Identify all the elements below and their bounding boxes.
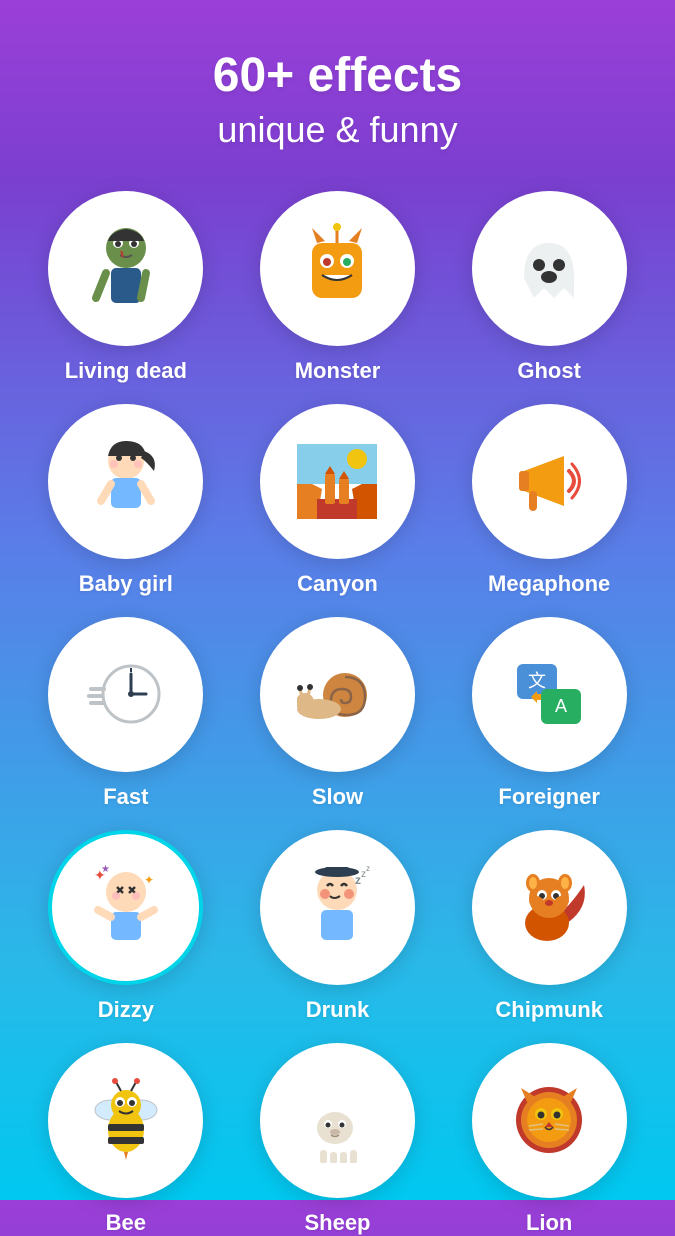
svg-text:A: A bbox=[555, 696, 567, 716]
page-container: 60+ effects unique & funny Living dead bbox=[0, 0, 675, 1200]
effect-label-chipmunk: Chipmunk bbox=[495, 997, 603, 1023]
effect-label-bee: Bee bbox=[106, 1210, 146, 1236]
effect-circle-monster bbox=[260, 191, 415, 346]
effect-item-canyon[interactable]: Canyon bbox=[242, 404, 434, 597]
effect-label-monster: Monster bbox=[295, 358, 381, 384]
effect-circle-ghost bbox=[472, 191, 627, 346]
effect-circle-drunk: z z z bbox=[260, 830, 415, 985]
effect-item-lion[interactable]: Lion bbox=[453, 1043, 645, 1236]
effect-label-baby-girl: Baby girl bbox=[79, 571, 173, 597]
effect-item-bee[interactable]: Bee bbox=[30, 1043, 222, 1236]
effect-label-living-dead: Living dead bbox=[65, 358, 187, 384]
effect-circle-foreigner: 文 A bbox=[472, 617, 627, 772]
effect-circle-living-dead bbox=[48, 191, 203, 346]
effect-label-sheep: Sheep bbox=[304, 1210, 370, 1236]
effect-label-drunk: Drunk bbox=[306, 997, 370, 1023]
effect-label-fast: Fast bbox=[103, 784, 148, 810]
effect-label-foreigner: Foreigner bbox=[498, 784, 599, 810]
effect-circle-sheep bbox=[260, 1043, 415, 1198]
effect-circle-slow bbox=[260, 617, 415, 772]
effects-grid: Living dead Monster Ghost bbox=[30, 191, 645, 1236]
svg-text:z: z bbox=[366, 864, 370, 873]
header-subtitle: unique & funny bbox=[213, 109, 463, 151]
effect-item-sheep[interactable]: Sheep bbox=[242, 1043, 434, 1236]
effect-circle-dizzy: ✦ ✦ ★ bbox=[48, 830, 203, 985]
effect-circle-chipmunk bbox=[472, 830, 627, 985]
effect-label-megaphone: Megaphone bbox=[488, 571, 610, 597]
effect-item-fast[interactable]: Fast bbox=[30, 617, 222, 810]
effect-label-canyon: Canyon bbox=[297, 571, 378, 597]
header: 60+ effects unique & funny bbox=[213, 50, 463, 151]
effect-item-slow[interactable]: Slow bbox=[242, 617, 434, 810]
effect-item-ghost[interactable]: Ghost bbox=[453, 191, 645, 384]
effect-circle-megaphone bbox=[472, 404, 627, 559]
effect-label-dizzy: Dizzy bbox=[98, 997, 154, 1023]
effect-item-foreigner[interactable]: 文 A Foreigner bbox=[453, 617, 645, 810]
effect-item-chipmunk[interactable]: Chipmunk bbox=[453, 830, 645, 1023]
effect-item-megaphone[interactable]: Megaphone bbox=[453, 404, 645, 597]
effect-label-lion: Lion bbox=[526, 1210, 572, 1236]
effect-label-ghost: Ghost bbox=[517, 358, 581, 384]
effect-circle-lion bbox=[472, 1043, 627, 1198]
effect-circle-canyon bbox=[260, 404, 415, 559]
effect-item-baby-girl[interactable]: Baby girl bbox=[30, 404, 222, 597]
effect-circle-fast bbox=[48, 617, 203, 772]
effect-item-living-dead[interactable]: Living dead bbox=[30, 191, 222, 384]
header-title: 60+ effects bbox=[213, 50, 463, 103]
effect-item-drunk[interactable]: z z z Drunk bbox=[242, 830, 434, 1023]
svg-text:文: 文 bbox=[528, 671, 546, 691]
effect-circle-bee bbox=[48, 1043, 203, 1198]
effect-circle-baby-girl bbox=[48, 404, 203, 559]
effect-label-slow: Slow bbox=[312, 784, 363, 810]
svg-text:✦: ✦ bbox=[144, 873, 154, 887]
effect-item-monster[interactable]: Monster bbox=[242, 191, 434, 384]
effect-item-dizzy[interactable]: ✦ ✦ ★ Dizzy bbox=[30, 830, 222, 1023]
svg-text:★: ★ bbox=[101, 864, 110, 875]
